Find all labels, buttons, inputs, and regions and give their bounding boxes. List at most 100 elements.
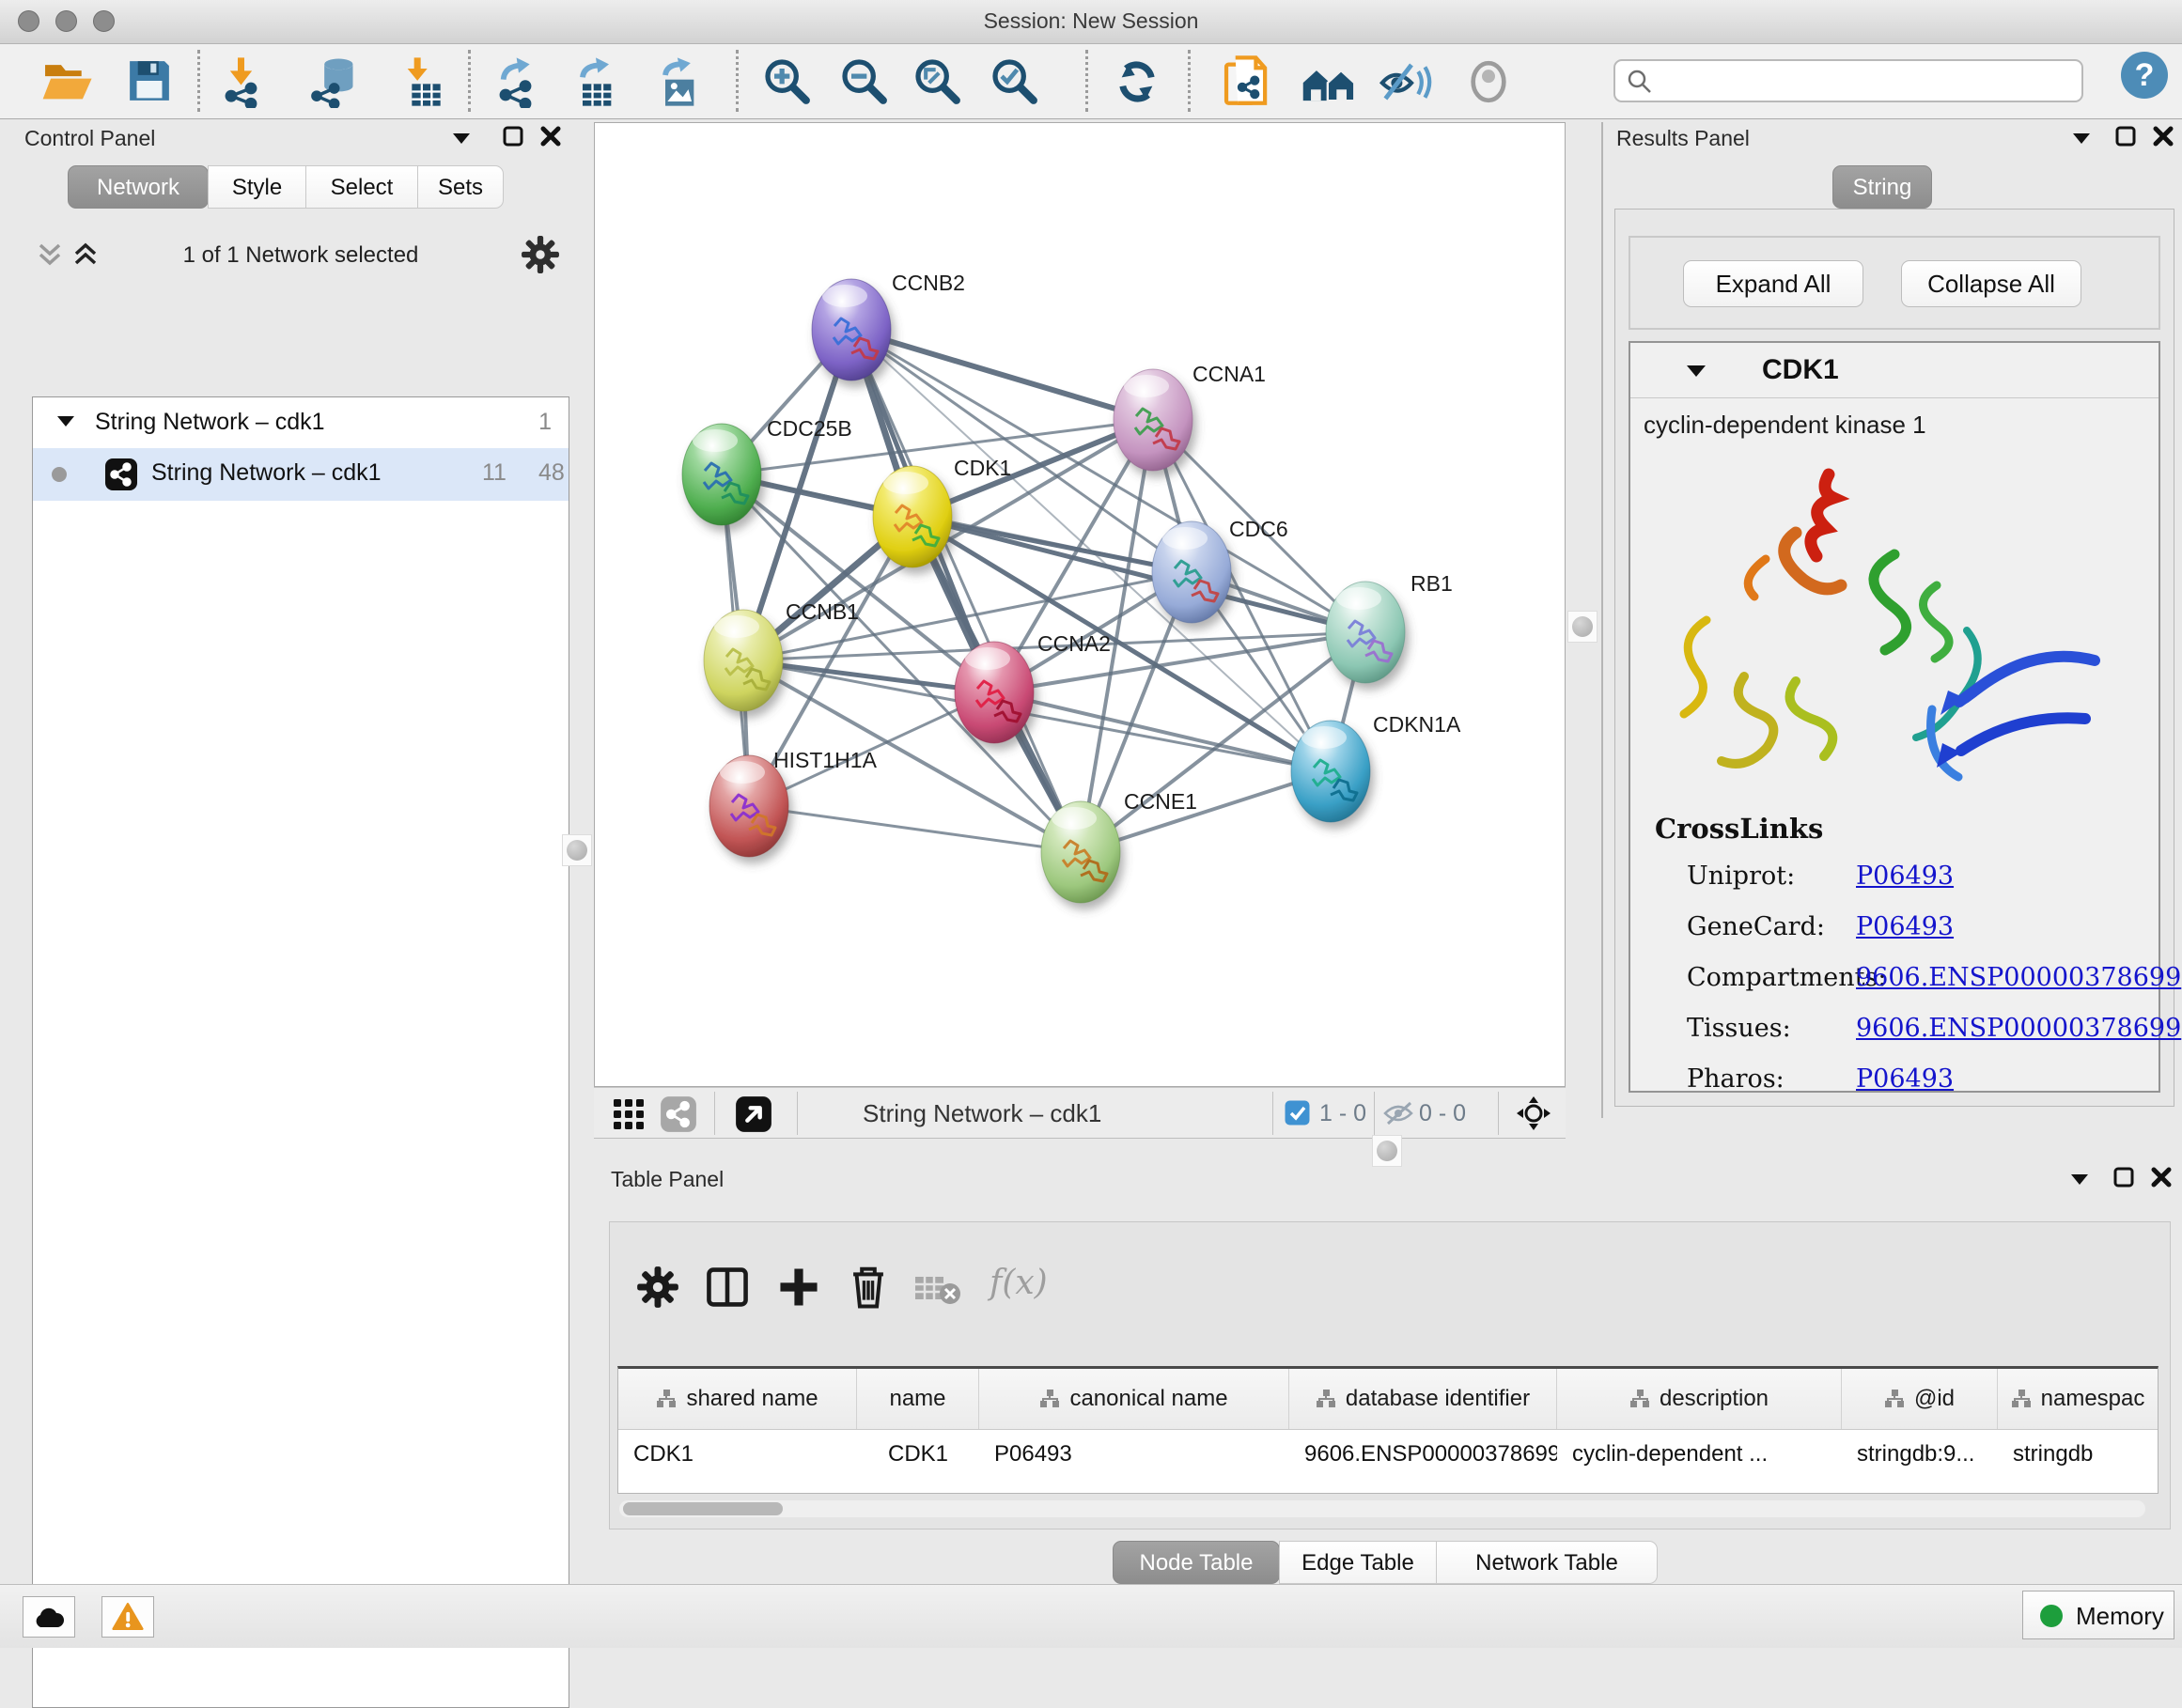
svg-text:RB1: RB1 <box>1411 571 1453 596</box>
collection-expander-icon[interactable] <box>57 416 74 427</box>
close-panel-icon[interactable] <box>2152 125 2174 148</box>
export-image-icon[interactable] <box>652 55 705 108</box>
column-header[interactable]: canonical name <box>979 1369 1289 1429</box>
crosslink-link[interactable]: P06493 <box>1856 862 1954 891</box>
close-panel-icon[interactable] <box>539 125 562 148</box>
toolbar-separator <box>197 50 200 112</box>
hide-selected-eye-icon[interactable] <box>1378 55 1434 108</box>
tab-select[interactable]: Select <box>305 165 418 209</box>
import-database-icon[interactable] <box>310 55 363 108</box>
expand-all-button[interactable]: Expand All <box>1683 260 1863 307</box>
collapse-all-button[interactable]: Collapse All <box>1901 260 2081 307</box>
maximize-panel-icon[interactable] <box>2114 125 2137 148</box>
zoom-out-icon[interactable] <box>838 55 891 108</box>
statusbar: Memory <box>0 1584 2182 1648</box>
zoom-fit-icon[interactable] <box>912 55 964 108</box>
home-houses-icon[interactable] <box>1299 55 1359 108</box>
left-splitter-handle[interactable] <box>562 834 592 866</box>
cell-database-identifier[interactable]: 9606.ENSP00000378699 <box>1289 1430 1557 1483</box>
crosslink-link[interactable]: 9606.ENSP00000378699 <box>1856 1014 2181 1043</box>
network-canvas[interactable]: CCNB2CCNA1CDC25BCDK1CDC6RB1CCNB1CCNA2CDK… <box>594 122 1566 1087</box>
crosslink-link[interactable]: P06493 <box>1856 1064 1954 1094</box>
network-graph[interactable]: CCNB2CCNA1CDC25BCDK1CDC6RB1CCNB1CCNA2CDK… <box>595 123 1565 1086</box>
section-expander-icon[interactable] <box>1687 365 1706 378</box>
zoom-selected-icon[interactable] <box>989 55 1041 108</box>
column-header[interactable]: namespac <box>1998 1369 2158 1429</box>
gene-description: cyclin-dependent kinase 1 <box>1644 411 1926 440</box>
selected-checkbox-icon[interactable] <box>1285 1100 1310 1126</box>
table-gear-icon[interactable] <box>636 1265 679 1309</box>
column-header[interactable]: @id <box>1842 1369 1998 1429</box>
network-collection-row[interactable]: String Network – cdk1 1 <box>33 399 569 448</box>
collapse-all-icon[interactable] <box>36 242 64 269</box>
expand-all-icon[interactable] <box>71 242 100 269</box>
network-current-dot <box>52 467 67 482</box>
copy-document-icon[interactable] <box>1222 55 1274 110</box>
network-row-label: String Network – cdk1 <box>151 459 382 487</box>
show-columns-icon[interactable] <box>706 1265 749 1309</box>
column-header[interactable]: database identifier <box>1289 1369 1557 1429</box>
cell-id[interactable]: stringdb:9... <box>1842 1430 1998 1483</box>
close-panel-icon[interactable] <box>2150 1166 2173 1188</box>
tab-node-table[interactable]: Node Table <box>1113 1541 1280 1584</box>
detach-view-icon[interactable] <box>735 1095 772 1133</box>
search-icon <box>1627 69 1653 95</box>
import-network-icon[interactable] <box>218 55 271 108</box>
collection-count: 1 <box>538 409 552 436</box>
tab-sets[interactable]: Sets <box>417 165 504 209</box>
footer-separator <box>1498 1092 1499 1135</box>
search-input[interactable] <box>1613 59 2083 102</box>
maximize-panel-icon[interactable] <box>2112 1166 2135 1188</box>
crosslink-row: GeneCard:P06493 <box>1687 912 2157 941</box>
cdk1-section-header[interactable]: CDK1 <box>1630 343 2159 398</box>
column-header[interactable]: description <box>1557 1369 1842 1429</box>
table-row[interactable]: CDK1 CDK1 P06493 9606.ENSP00000378699 cy… <box>618 1430 2158 1483</box>
tab-string[interactable]: String <box>1832 165 1932 209</box>
network-row-selected[interactable]: String Network – cdk1 11 48 <box>33 448 569 501</box>
crosslinks-heading: CrossLinks <box>1655 813 1823 845</box>
open-session-icon[interactable] <box>39 55 94 106</box>
refresh-icon[interactable] <box>1111 55 1163 108</box>
scrollbar-thumb[interactable] <box>623 1502 783 1515</box>
zoom-in-icon[interactable] <box>761 55 814 108</box>
cloud-status-button[interactable] <box>23 1596 75 1638</box>
birds-eye-toggle-icon[interactable] <box>1515 1095 1552 1132</box>
memory-button[interactable]: Memory <box>2022 1591 2174 1639</box>
export-table-icon[interactable] <box>569 55 622 108</box>
tab-network[interactable]: Network <box>68 165 209 209</box>
export-network-icon[interactable] <box>492 55 545 108</box>
column-type-icon <box>1629 1389 1650 1409</box>
right-splitter-handle[interactable] <box>1567 611 1598 643</box>
tab-style[interactable]: Style <box>208 165 306 209</box>
add-column-icon[interactable] <box>777 1265 820 1309</box>
svg-text:CCNA1: CCNA1 <box>1192 362 1266 386</box>
cell-namespace[interactable]: stringdb <box>1998 1430 2158 1483</box>
cell-description[interactable]: cyclin-dependent ... <box>1557 1430 1842 1483</box>
delete-column-icon[interactable] <box>847 1264 890 1311</box>
gear-icon[interactable] <box>521 235 560 274</box>
crosslink-link[interactable]: 9606.ENSP00000378699 <box>1856 963 2181 992</box>
table-horizontal-scrollbar[interactable] <box>619 1500 2145 1517</box>
warnings-button[interactable] <box>101 1596 154 1638</box>
maximize-panel-icon[interactable] <box>502 125 524 148</box>
help-icon[interactable]: ? <box>2119 50 2170 101</box>
crosslink-link[interactable]: P06493 <box>1856 912 1954 941</box>
import-table-icon[interactable] <box>397 55 449 108</box>
control-panel-title: Control Panel <box>24 126 155 151</box>
grid-view-icon[interactable] <box>613 1098 645 1130</box>
column-header[interactable]: name <box>857 1369 979 1429</box>
save-session-icon[interactable] <box>124 55 175 106</box>
svg-text:CDK1: CDK1 <box>954 456 1011 480</box>
cell-canonical-name[interactable]: P06493 <box>979 1430 1289 1483</box>
column-header[interactable]: shared name <box>618 1369 857 1429</box>
show-eye-icon[interactable] <box>1462 55 1515 108</box>
float-panel-icon[interactable] <box>2073 133 2090 145</box>
tab-network-table[interactable]: Network Table <box>1436 1541 1658 1584</box>
network-view-toolbar: String Network – cdk1 1 - 0 0 - 0 <box>594 1087 1566 1139</box>
cell-shared-name[interactable]: CDK1 <box>618 1430 857 1483</box>
tab-edge-table[interactable]: Edge Table <box>1279 1541 1437 1584</box>
float-panel-icon[interactable] <box>2071 1174 2088 1186</box>
cell-name[interactable]: CDK1 <box>857 1430 979 1483</box>
float-panel-icon[interactable] <box>453 133 470 145</box>
svg-text:?: ? <box>2135 57 2155 93</box>
